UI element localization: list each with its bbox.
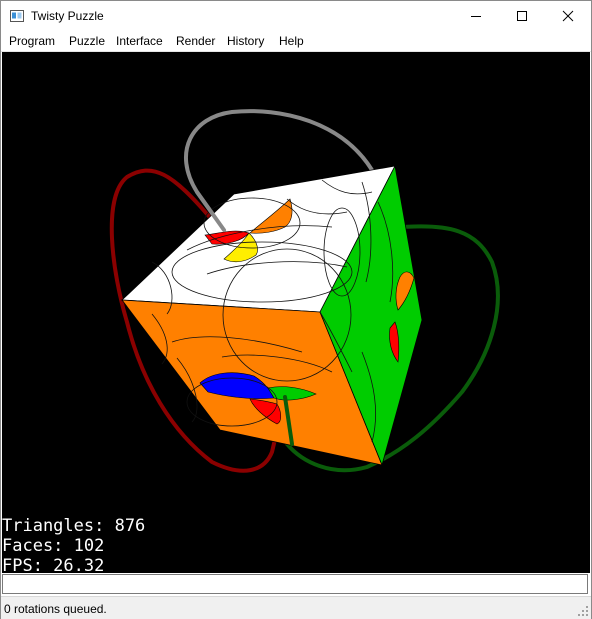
menu-program[interactable]: Program: [9, 34, 55, 48]
status-bar: 0 rotations queued.: [1, 596, 591, 619]
status-text: 0 rotations queued.: [4, 602, 107, 616]
menu-history[interactable]: History: [227, 34, 264, 48]
menu-interface[interactable]: Interface: [116, 34, 163, 48]
menu-help[interactable]: Help: [279, 34, 304, 48]
title-bar[interactable]: Twisty Puzzle: [1, 1, 591, 31]
maximize-button[interactable]: [499, 1, 545, 31]
close-icon: [562, 10, 574, 22]
stats-fps: FPS: 26.32: [2, 556, 105, 574]
minimize-icon: [471, 16, 481, 17]
puzzle-viewport[interactable]: Triangles: 876 Faces: 102 FPS: 26.32: [2, 52, 590, 573]
maximize-icon: [517, 11, 527, 21]
menu-render[interactable]: Render: [176, 34, 215, 48]
menu-puzzle[interactable]: Puzzle: [69, 34, 105, 48]
command-input[interactable]: [2, 574, 588, 594]
puzzle-render[interactable]: [2, 52, 590, 573]
close-button[interactable]: [545, 1, 591, 31]
stats-triangles: Triangles: 876: [2, 516, 146, 536]
stats-faces: Faces: 102: [2, 536, 105, 556]
menu-bar: Program Puzzle Interface Render History …: [1, 31, 591, 52]
app-window: Twisty Puzzle Program Puzzle Interface R…: [0, 0, 592, 619]
window-title: Twisty Puzzle: [31, 9, 104, 23]
app-icon: [10, 10, 24, 22]
minimize-button[interactable]: [453, 1, 499, 31]
resize-grip-icon[interactable]: [577, 605, 589, 617]
